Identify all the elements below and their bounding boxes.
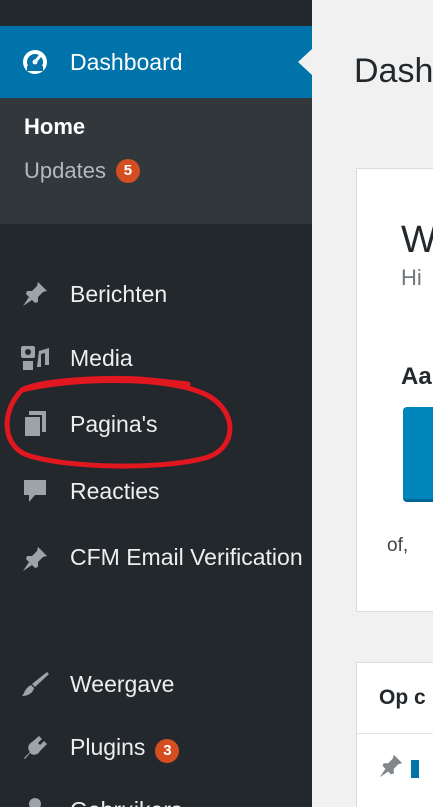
dashboard-submenu: Home Updates 5 — [0, 98, 312, 224]
pushpin-icon — [377, 752, 405, 785]
sidebar-item-weergave[interactable]: Weergave — [0, 664, 312, 704]
admin-sidebar: Dashboard Home Updates 5 Berichten Media… — [0, 0, 312, 807]
users-icon — [0, 796, 70, 807]
sidebar-item-label: Reacties — [70, 478, 160, 504]
submenu-item-updates[interactable]: Updates 5 — [0, 158, 312, 184]
sidebar-item-reacties[interactable]: Reacties — [0, 471, 312, 511]
pages-icon — [0, 409, 70, 439]
sidebar-item-dashboard-label: Dashboard — [70, 48, 183, 75]
wp-admin-screen: Dashboard Home Updates 5 Berichten Media… — [0, 0, 433, 807]
sidebar-item-berichten[interactable]: Berichten — [0, 274, 312, 314]
sidebar-item-label: CFM Email Verification — [70, 544, 303, 570]
sidebar-item-cfm-email-verification[interactable]: CFM Email Verification — [0, 540, 312, 610]
comment-icon — [0, 477, 70, 505]
welcome-heading: W — [401, 219, 433, 261]
customize-site-button[interactable] — [403, 407, 433, 502]
updates-count-badge: 5 — [115, 159, 140, 183]
sidebar-item-paginas[interactable]: Pagina's — [0, 404, 312, 444]
media-icon — [0, 343, 70, 373]
pushpin-icon — [0, 279, 70, 309]
page-title: Dashboard — [354, 52, 433, 90]
sidebar-item-dashboard[interactable]: Dashboard — [0, 26, 312, 98]
sidebar-item-media[interactable]: Media — [0, 338, 312, 378]
sidebar-item-label: Berichten — [70, 281, 168, 307]
submenu-item-home[interactable]: Home — [0, 114, 312, 140]
sidebar-item-label: Media — [70, 345, 133, 371]
or-text: of, — [387, 535, 409, 556]
dashboard-gauge-icon — [0, 48, 70, 76]
sidebar-item-plugins[interactable]: Plugins 3 — [0, 728, 312, 768]
welcome-panel: W Hi Aa of, — [356, 168, 433, 612]
submenu-updates-label: Updates — [24, 158, 106, 183]
submenu-home-label: Home — [24, 114, 86, 139]
get-started-heading: Aa — [401, 363, 432, 390]
plugin-icon — [0, 733, 70, 763]
paintbrush-icon — [0, 669, 70, 699]
activity-widget-title[interactable]: Op c — [357, 663, 433, 734]
sidebar-item-plugins-text: Plugins — [70, 734, 146, 760]
activity-row — [357, 734, 433, 785]
sidebar-item-label: Weergave — [70, 671, 175, 697]
main-content: Dashboard W Hi Aa of, Op c — [312, 0, 433, 807]
sidebar-item-label: Plugins 3 — [70, 733, 312, 763]
plugins-count-badge: 3 — [155, 739, 180, 763]
activity-link-fragment[interactable] — [411, 759, 419, 778]
pushpin-icon — [0, 540, 70, 574]
sidebar-item-label: Pagina's — [70, 411, 158, 437]
sidebar-item-label: Gebruikers — [70, 796, 312, 807]
admin-bar-strip — [0, 0, 312, 26]
welcome-subtext: Hi — [401, 265, 422, 290]
activity-widget: Op c — [356, 662, 433, 807]
sidebar-item-gebruikers[interactable]: Gebruikers — [0, 790, 312, 807]
